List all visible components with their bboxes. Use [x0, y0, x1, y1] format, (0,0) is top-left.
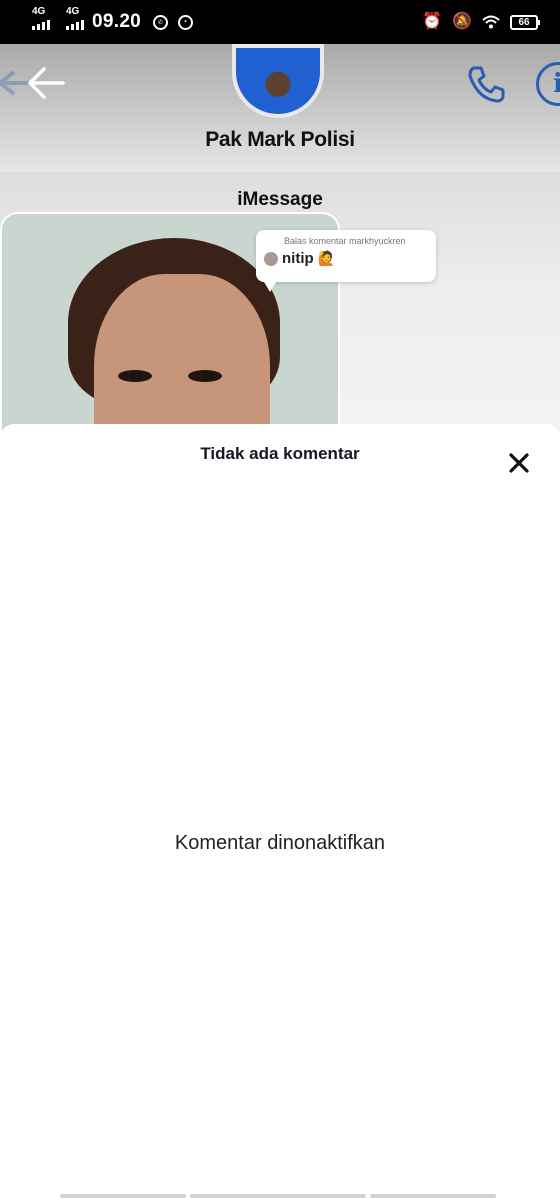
- alarm-icon: ⏰: [422, 13, 443, 30]
- comments-title: Tidak ada komentar: [200, 444, 360, 463]
- battery-level: 66: [518, 16, 530, 28]
- line-icon: •: [178, 14, 194, 30]
- comments-sheet: Tidak ada komentar Komentar dinonaktifka…: [0, 424, 560, 1200]
- status-right: ⏰ 🔕 66: [422, 13, 540, 30]
- status-bar: 4G 4G 09.20 ✆ • ⏰ 🔕 66: [0, 0, 560, 44]
- signal-2-icon: 4G: [66, 6, 84, 30]
- contact-name: Pak Mark Polisi: [205, 128, 355, 151]
- bottom-nav-indicator: [60, 1194, 496, 1198]
- wifi-icon: [482, 15, 500, 29]
- whatsapp-icon: ✆: [153, 14, 169, 30]
- clock-time: 09.20: [92, 11, 142, 32]
- video-background[interactable]: Pak Mark Polisi i iMessage Balas komenta…: [0, 44, 560, 444]
- reply-text-row: nitip 🙋: [264, 250, 428, 267]
- bell-off-icon: 🔕: [452, 13, 472, 30]
- comments-disabled-message: Komentar dinonaktifkan: [174, 832, 386, 854]
- network-label-2: 4G: [66, 6, 80, 17]
- reply-avatar: [264, 251, 278, 266]
- reply-comment-bubble: Balas komentar markhyuckren nitip 🙋: [256, 230, 436, 292]
- network-label-1: 4G: [32, 6, 46, 17]
- status-left: 4G 4G 09.20 ✆ •: [32, 6, 194, 33]
- imessage-label: iMessage: [237, 189, 323, 210]
- back-arrow-icon[interactable]: [26, 66, 66, 100]
- signal-1-icon: 4G: [32, 6, 50, 30]
- battery-indicator: 66: [510, 14, 540, 30]
- photo-face: [94, 274, 270, 444]
- reply-text: nitip: [282, 250, 314, 267]
- reply-emoji: 🙋: [317, 250, 336, 266]
- phone-icon: [468, 66, 505, 103]
- photo-eye-left: [118, 370, 152, 382]
- reply-meta: Balas komentar markhyuckren: [284, 236, 406, 246]
- close-icon[interactable]: [506, 450, 532, 476]
- photo-eye-right: [188, 370, 222, 382]
